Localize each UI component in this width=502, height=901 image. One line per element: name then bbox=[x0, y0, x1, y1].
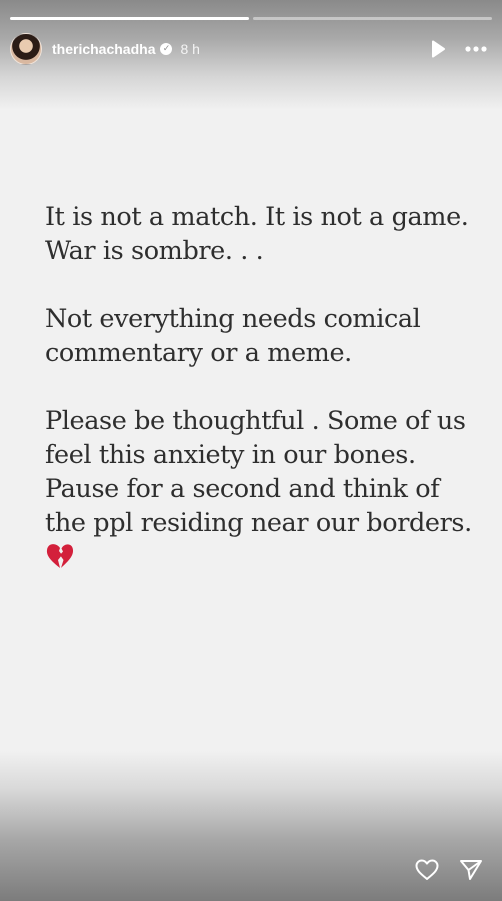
avatar[interactable] bbox=[10, 33, 42, 65]
heart-icon bbox=[415, 859, 439, 880]
progress-segment-2 bbox=[253, 17, 492, 20]
username[interactable]: therichachadha bbox=[52, 41, 155, 57]
play-button[interactable] bbox=[424, 35, 452, 63]
progress-segment-1 bbox=[10, 17, 249, 20]
broken-heart-icon bbox=[46, 544, 74, 568]
story-header: therichachadha ✓ 8 h bbox=[10, 33, 490, 65]
like-button[interactable] bbox=[414, 857, 440, 883]
story-progress bbox=[10, 17, 492, 20]
more-dots-icon bbox=[465, 46, 487, 52]
paragraph-1: It is not a match. It is not a game. War… bbox=[45, 202, 469, 266]
post-time: 8 h bbox=[180, 41, 200, 57]
paragraph-3: Please be thoughtful . Some of us feel t… bbox=[45, 406, 472, 538]
more-options-button[interactable] bbox=[462, 35, 490, 63]
play-icon bbox=[432, 40, 445, 58]
share-button[interactable] bbox=[458, 857, 484, 883]
story-actions bbox=[414, 857, 484, 883]
story-text: It is not a match. It is not a game. War… bbox=[45, 200, 485, 570]
verified-badge-icon: ✓ bbox=[160, 43, 173, 55]
send-icon bbox=[460, 860, 482, 880]
paragraph-2: Not everything needs comical commentary … bbox=[45, 304, 421, 368]
